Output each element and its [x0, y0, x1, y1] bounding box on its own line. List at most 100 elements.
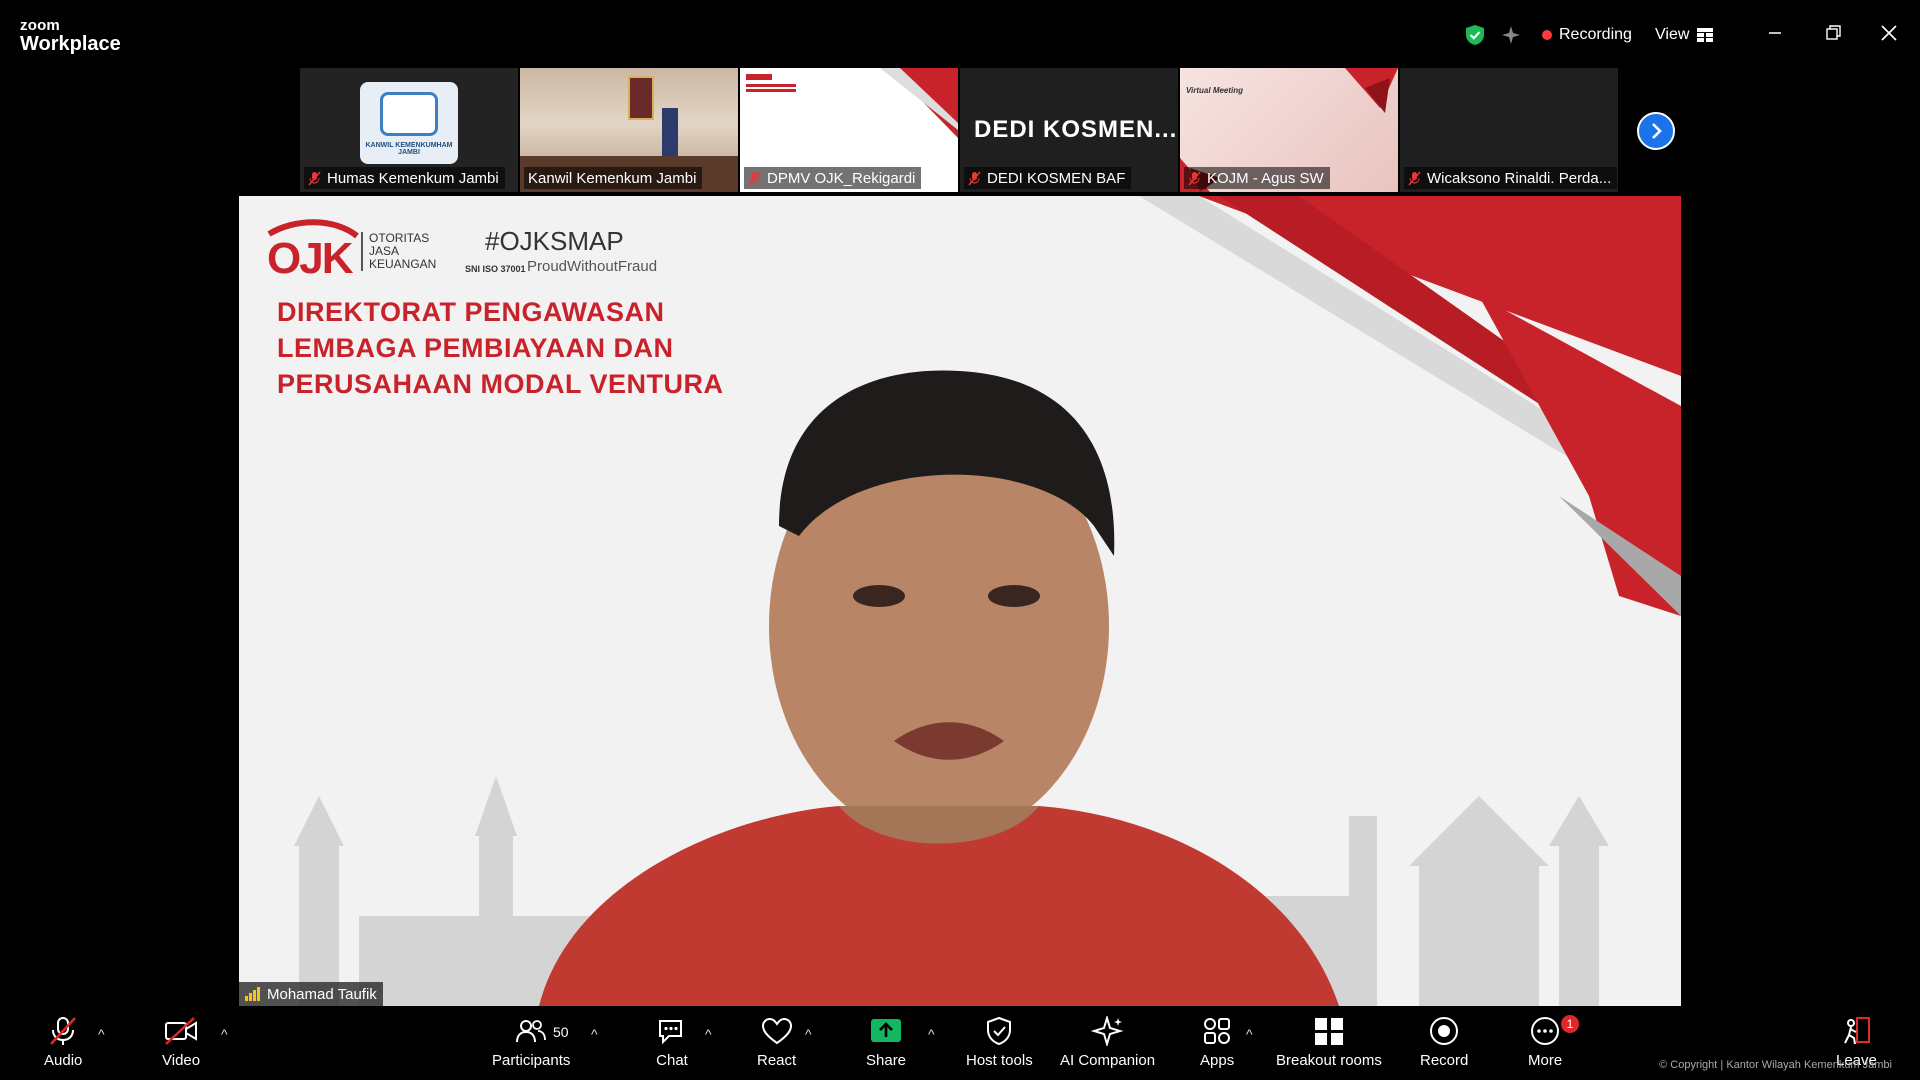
copyright-watermark: © Copyright | Kantor Wilayah Kemenkum Ja… [1659, 1059, 1892, 1071]
ai-sparkle-icon[interactable] [1500, 24, 1522, 46]
close-icon[interactable] [1878, 22, 1900, 44]
share-button[interactable]: Share [866, 1016, 906, 1069]
recording-indicator[interactable]: Recording [1542, 26, 1632, 44]
react-label: React [757, 1052, 797, 1069]
participant-thumbnail[interactable]: DEDI KOSMEN... DEDI KOSMEN BAF [960, 68, 1178, 192]
view-button[interactable]: View [1655, 26, 1714, 44]
ojk-logo: OJK OTORITAS JASA KEUANGAN #OJKSMAP SNI … [265, 216, 657, 291]
participant-name-tag: Humas Kemenkum Jambi [304, 167, 505, 189]
minimize-icon[interactable] [1764, 22, 1786, 44]
recording-dot-icon [1542, 30, 1552, 40]
participant-avatar-card: KANWIL KEMENKUMHAM JAMBI [360, 82, 458, 164]
breakout-rooms-icon [1314, 1018, 1343, 1045]
more-dots-icon [1531, 1017, 1560, 1045]
breakout-rooms-button[interactable]: Breakout rooms [1276, 1016, 1382, 1069]
restore-icon[interactable] [1822, 22, 1844, 44]
react-options-caret-icon[interactable]: ^ [805, 1026, 812, 1042]
video-button[interactable]: Video [162, 1016, 200, 1069]
ai-companion-label: AI Companion [1060, 1052, 1156, 1069]
share-label: Share [866, 1052, 907, 1069]
slide-title-line: PERUSAHAAN MODAL VENTURA [277, 369, 724, 399]
participant-name: DEDI KOSMEN BAF [987, 169, 1126, 187]
brand-bottom: Workplace [20, 33, 121, 55]
participant-thumbnail[interactable]: DPMV OJK_Rekigardi [740, 68, 958, 192]
mic-muted-icon [968, 171, 981, 185]
speaker-name-tag: Mohamad Taufik [239, 982, 383, 1006]
participant-name: Kanwil Kemenkum Jambi [528, 169, 697, 187]
mic-muted-icon [50, 1017, 77, 1045]
zoom-workplace-logo: zoom Workplace [20, 18, 121, 54]
slide-title-line: DIREKTORAT PENGAWASAN [277, 297, 665, 327]
participant-name-tag: Wicaksono Rinaldi. Perda... [1404, 167, 1618, 189]
tagline: ProudWithoutFraud [527, 258, 658, 275]
iso-badge: SNI ISO 37001 [465, 264, 526, 274]
more-label: More [1528, 1052, 1563, 1069]
participant-thumbnail[interactable]: Kanwil Kemenkum Jambi [520, 68, 738, 192]
next-page-button[interactable] [1637, 112, 1675, 150]
audio-label: Audio [44, 1052, 83, 1069]
mic-muted-icon [308, 171, 321, 185]
participant-name-tag: DEDI KOSMEN BAF [964, 167, 1132, 189]
apps-icon [1204, 1018, 1231, 1044]
hashtag-ojksmap: #OJKSMAP [485, 226, 624, 256]
participants-label: Participants [492, 1052, 571, 1069]
chat-options-caret-icon[interactable]: ^ [705, 1026, 712, 1042]
participant-name: KOJM - Agus SW [1207, 169, 1324, 187]
speaker-figure [662, 108, 678, 156]
org-line: KEUANGAN [369, 257, 437, 271]
participants-count: 50 [553, 1024, 569, 1040]
participant-thumbnail[interactable]: Wicaksono Rinaldi. Perda... [1400, 68, 1618, 192]
camera-logo-icon [380, 92, 438, 136]
mic-muted-icon [748, 171, 761, 185]
recording-label: Recording [1559, 26, 1632, 43]
active-speaker-video[interactable]: OJK OTORITAS JASA KEUANGAN #OJKSMAP SNI … [239, 196, 1681, 1006]
brand-top: zoom [20, 17, 60, 34]
encryption-shield-icon[interactable] [1464, 24, 1486, 46]
video-off-icon [165, 1017, 198, 1045]
speaker-name: Mohamad Taufik [267, 985, 377, 1003]
audio-button[interactable]: Audio [44, 1016, 82, 1069]
heart-icon [761, 1017, 792, 1045]
host-shield-icon [987, 1016, 1012, 1046]
ojk-logo-text: OJK [267, 234, 353, 283]
participant-name-tag: DPMV OJK_Rekigardi [744, 167, 922, 189]
mic-muted-icon [1408, 171, 1421, 185]
grid-view-icon [1697, 28, 1714, 42]
participants-icon [516, 1020, 547, 1043]
more-button[interactable]: More [1528, 1016, 1562, 1069]
participant-thumbnail[interactable]: KANWIL KEMENKUMHAM JAMBI Humas Kemenkum … [300, 68, 518, 192]
video-label: Video [162, 1052, 201, 1069]
apps-label: Apps [1200, 1052, 1235, 1069]
participants-options-caret-icon[interactable]: ^ [591, 1026, 598, 1042]
react-button[interactable]: React [757, 1016, 796, 1069]
share-screen-icon [871, 1019, 902, 1042]
avatar-card-text: KANWIL KEMENKUMHAM JAMBI [365, 142, 453, 156]
ai-sparkle-icon [1090, 1016, 1124, 1046]
host-tools-label: Host tools [966, 1052, 1033, 1069]
record-label: Record [1420, 1052, 1469, 1069]
meeting-toolbar: Audio ^ Video ^ Participants 50 ^ Chat ^ [0, 1008, 1920, 1080]
chat-button[interactable]: Chat [655, 1016, 689, 1069]
ai-companion-button[interactable]: AI Companion [1060, 1016, 1155, 1069]
host-tools-button[interactable]: Host tools [966, 1016, 1033, 1069]
leave-door-icon [1844, 1017, 1871, 1045]
chat-icon [659, 1020, 682, 1045]
participant-thumbnail[interactable]: Virtual Meeting KOJM - Agus SW [1180, 68, 1398, 192]
apps-options-caret-icon[interactable]: ^ [1246, 1026, 1253, 1042]
record-button[interactable]: Record [1420, 1016, 1468, 1069]
audio-options-caret-icon[interactable]: ^ [98, 1026, 105, 1042]
share-options-caret-icon[interactable]: ^ [928, 1026, 935, 1042]
participant-name: Wicaksono Rinaldi. Perda... [1427, 169, 1612, 187]
apps-button[interactable]: Apps [1200, 1016, 1234, 1069]
breakout-rooms-label: Breakout rooms [1276, 1052, 1382, 1069]
slide-title-line: LEMBAGA PEMBIAYAAN DAN [277, 333, 674, 363]
ojk-org-name: OTORITAS JASA KEUANGAN [361, 232, 459, 271]
participant-big-name: DEDI KOSMEN... [974, 116, 1178, 143]
video-options-caret-icon[interactable]: ^ [221, 1026, 228, 1042]
mic-muted-icon [1188, 171, 1201, 185]
title-bar: zoom Workplace Recording View [0, 0, 1920, 66]
participant-name-tag: Kanwil Kemenkum Jambi [524, 167, 703, 189]
wall-frame [628, 76, 654, 120]
participant-name: DPMV OJK_Rekigardi [767, 169, 916, 187]
more-notification-badge: 1 [1561, 1015, 1579, 1033]
